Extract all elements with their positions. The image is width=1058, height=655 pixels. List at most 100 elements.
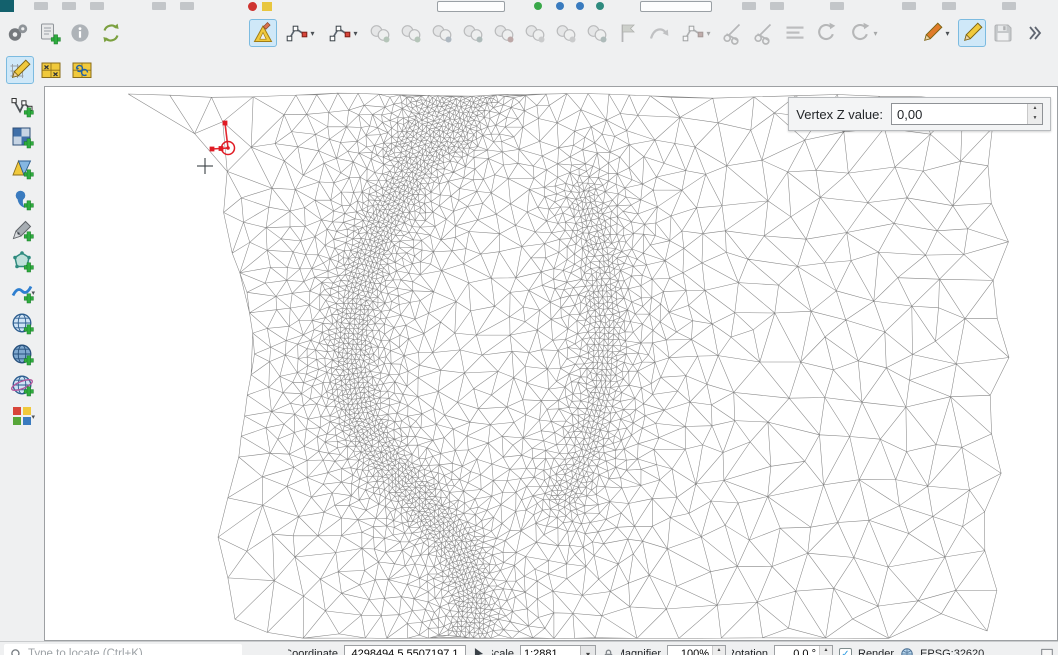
lock-scale-icon[interactable]	[602, 648, 615, 655]
add-ring-button[interactable]	[521, 19, 549, 47]
comma-icon	[10, 187, 34, 211]
add-raster-layer-button[interactable]	[8, 123, 36, 151]
add-wcs-layer-button[interactable]	[8, 340, 36, 368]
vertex-z-increment-button[interactable]: ▲	[1028, 104, 1042, 114]
locate-input[interactable]	[28, 648, 236, 655]
add-part-button[interactable]	[583, 19, 611, 47]
flip-line-button[interactable]	[614, 19, 642, 47]
mesh-wireframe	[45, 87, 1057, 640]
chevron-down-icon[interactable]: ▾	[31, 289, 35, 297]
vertex-tool-all-layers-button[interactable]: ▾	[280, 19, 320, 47]
render-checkbox[interactable]: ✓	[839, 648, 852, 655]
rotate-point-symbols-button[interactable]	[812, 19, 840, 47]
current-edits-button[interactable]: ▾	[915, 19, 955, 47]
clipped-toolbar-fragment	[437, 1, 505, 12]
add-virtual-layer-button[interactable]: ▾	[8, 278, 36, 306]
map-canvas[interactable]: Vertex Z value: ▲ ▼	[44, 86, 1058, 641]
add-postgis-layer-button[interactable]	[8, 247, 36, 275]
pen-icon	[10, 218, 34, 242]
vertex-z-spin-buttons: ▲ ▼	[1027, 104, 1042, 124]
add-vector-layer-button[interactable]	[8, 92, 36, 120]
vertex-tool-current-layer-button[interactable]: ▾	[323, 19, 363, 47]
delete-part-button[interactable]	[490, 19, 518, 47]
magnifier-increment-button[interactable]: ▲	[713, 646, 725, 655]
refresh-layers-button[interactable]	[97, 19, 125, 47]
chevron-down-icon[interactable]: ▾	[31, 413, 35, 421]
scale-label: Scale	[492, 648, 514, 655]
crs-label[interactable]: EPSG:32620	[920, 648, 984, 655]
add-wms-layer-button[interactable]	[8, 309, 36, 337]
grid-r-icon	[70, 58, 94, 82]
rotation-increment-button[interactable]: ▲	[820, 646, 832, 655]
mesh-layer-icon	[10, 156, 34, 180]
locate-bar[interactable]	[4, 644, 242, 655]
chevron-down-icon[interactable]: ▾	[580, 646, 595, 655]
coordinate-input[interactable]	[344, 645, 466, 655]
toolbar-extension-button[interactable]	[1020, 19, 1048, 47]
chevron-down-icon[interactable]: ▾	[873, 29, 877, 38]
info-icon	[68, 21, 92, 45]
add-wfs-layer-button[interactable]	[8, 371, 36, 399]
rotation-spinbox[interactable]: ▲ ▼	[774, 645, 833, 655]
add-mesh-layer-button[interactable]	[8, 154, 36, 182]
chevron-down-icon[interactable]: ▾	[353, 29, 357, 38]
magnifier-label: Magnifier	[621, 648, 661, 655]
rotate-icon	[814, 21, 838, 45]
fill-ring-button[interactable]	[552, 19, 580, 47]
chevron-down-icon[interactable]: ▾	[310, 29, 314, 38]
magnifier-spinbox[interactable]: ▲ ▼	[667, 645, 726, 655]
add-spatialite-layer-button[interactable]	[8, 216, 36, 244]
clipped-toolbar-fragment	[180, 2, 194, 10]
add-vector-tile-layer-button[interactable]: ▾	[8, 402, 36, 430]
scale-combobox[interactable]: ▾	[520, 645, 596, 655]
vertex-z-spinbox[interactable]: ▲ ▼	[891, 103, 1043, 125]
scale-input[interactable]	[521, 646, 580, 655]
clipped-toolbar-fragment	[942, 2, 956, 10]
reshape-features-button[interactable]: ▾	[676, 19, 716, 47]
mesh-layer	[45, 87, 1057, 641]
trim-extend-button[interactable]: ▾	[843, 19, 883, 47]
circles2-icon	[585, 21, 609, 45]
clipped-toolbar-fragment	[742, 2, 756, 10]
circles2-icon	[399, 21, 423, 45]
merge-features-button[interactable]	[781, 19, 809, 47]
magnifier-input[interactable]	[668, 646, 712, 655]
rotation-input[interactable]	[775, 646, 819, 655]
add-delimited-text-layer-button[interactable]	[8, 185, 36, 213]
split-parts-button[interactable]	[750, 19, 778, 47]
vertex-z-input[interactable]	[892, 104, 1027, 124]
select-mesh-elements-button[interactable]	[37, 56, 65, 84]
layer-info-button[interactable]	[66, 19, 94, 47]
toggle-editing-button[interactable]	[958, 19, 986, 47]
digitizing-toolbar: ▾ ▾ ▾ ▾ ▾	[0, 12, 1058, 54]
options-button[interactable]	[4, 19, 32, 47]
new-layer-button[interactable]	[35, 19, 63, 47]
vertex-z-decrement-button[interactable]: ▼	[1028, 114, 1042, 124]
chevron-down-icon[interactable]: ▾	[945, 29, 949, 38]
simplify-feature-button[interactable]	[459, 19, 487, 47]
move-feature-button[interactable]	[366, 19, 394, 47]
transform-mesh-vertices-button[interactable]	[68, 56, 96, 84]
offset-curve-button[interactable]	[645, 19, 673, 47]
copy-move-feature-button[interactable]	[397, 19, 425, 47]
chevron-down-icon[interactable]: ▾	[706, 29, 710, 38]
grid-x-icon	[39, 58, 63, 82]
rotate-icon	[848, 21, 872, 45]
qgis-window: ▾ ▾ ▾ ▾ ▾ ▾ ▾ Vertex Z value: ▲ ▼	[0, 0, 1058, 655]
circles2-icon	[523, 21, 547, 45]
crs-globe-icon[interactable]	[900, 647, 914, 655]
nodes-icon	[681, 21, 705, 45]
circles2-icon	[492, 21, 516, 45]
cursor-extent-icon[interactable]	[472, 647, 486, 655]
circles2-icon	[461, 21, 485, 45]
grid-pencil-icon	[8, 58, 32, 82]
pencil-icon	[920, 21, 944, 45]
rotate-feature-button[interactable]	[428, 19, 456, 47]
split-features-button[interactable]	[719, 19, 747, 47]
digitize-mesh-elements-button[interactable]	[6, 56, 34, 84]
chip-icon	[10, 404, 34, 428]
save-edits-button[interactable]	[989, 19, 1017, 47]
clipped-toolbar-fragment	[152, 2, 166, 10]
advanced-digitizing-button[interactable]	[249, 19, 277, 47]
messages-icon[interactable]	[1040, 647, 1054, 655]
